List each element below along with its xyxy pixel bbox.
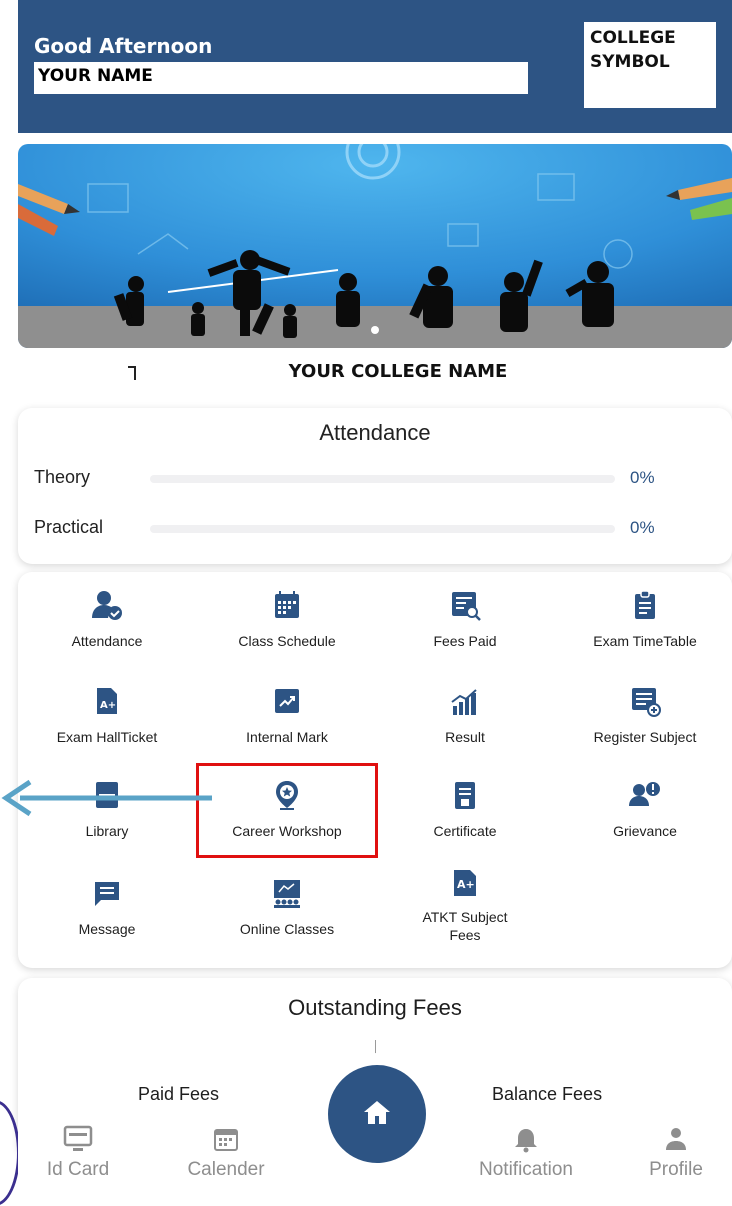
- module-online-classes[interactable]: Online Classes: [202, 876, 372, 938]
- module-label: Library: [85, 823, 129, 839]
- logo-text-line1: COLLEGE: [590, 28, 676, 48]
- svg-text:A+: A+: [457, 878, 475, 891]
- nav-label: Id Card: [46, 1159, 110, 1180]
- clipboard-icon: [635, 590, 655, 619]
- paid-fees-label: Paid Fees: [138, 1084, 220, 1104]
- module-certificate[interactable]: Certificate: [380, 778, 550, 840]
- user-alert-icon: [629, 782, 660, 806]
- practical-progress-bar: [150, 525, 615, 533]
- module-register-subject[interactable]: Register Subject: [560, 684, 730, 746]
- a-plus-icon: A+: [454, 870, 476, 896]
- attendance-title: Attendance: [319, 420, 431, 445]
- theory-label: Theory: [34, 467, 91, 487]
- nav-profile[interactable]: Profile: [636, 1124, 716, 1181]
- logo-text-line2: SYMBOL: [590, 52, 670, 72]
- bell-icon: [515, 1129, 537, 1153]
- module-result[interactable]: Result: [380, 684, 550, 746]
- calendar-icon: [214, 1129, 238, 1151]
- nav-calender[interactable]: Calender: [176, 1124, 276, 1181]
- module-exam-timetable[interactable]: Exam TimeTable: [560, 588, 730, 650]
- nav-id-card[interactable]: Id Card: [36, 1124, 120, 1181]
- nav-label: Calender: [187, 1159, 265, 1180]
- module-label: Internal Mark: [246, 729, 328, 745]
- home-icon: [364, 1101, 390, 1124]
- module-label: ATKT Subject Fees: [422, 909, 508, 943]
- module-label: Certificate: [433, 823, 497, 839]
- module-label: Fees Paid: [433, 633, 497, 649]
- module-grievance[interactable]: Grievance: [560, 778, 730, 840]
- chat-icon: [95, 882, 119, 906]
- module-fees-paid[interactable]: Fees Paid: [380, 588, 550, 650]
- outstanding-title: Outstanding Fees: [288, 995, 462, 1020]
- user-check-icon: [92, 591, 122, 620]
- college-logo: COLLEGE SYMBOL: [584, 22, 716, 108]
- theory-percent: 0%: [630, 468, 655, 487]
- module-atkt-subject-fees[interactable]: A+ ATKT Subject Fees: [380, 866, 550, 944]
- module-internal-mark[interactable]: Internal Mark: [202, 684, 372, 746]
- theory-progress-bar: [150, 475, 615, 483]
- module-label: Class Schedule: [238, 633, 336, 649]
- college-name: YOUR COLLEGE NAME: [150, 356, 646, 388]
- cursor-mark: [128, 366, 136, 380]
- module-label: Online Classes: [239, 921, 335, 937]
- module-attendance[interactable]: Attendance: [22, 588, 192, 650]
- calendar-grid-icon: [275, 591, 299, 618]
- trend-chart-icon: [275, 689, 299, 713]
- practical-percent: 0%: [630, 518, 655, 537]
- greeting-text: Good Afternoon: [34, 34, 213, 58]
- nav-label: Profile: [649, 1159, 703, 1180]
- module-exam-hallticket[interactable]: A+ Exam HallTicket: [22, 684, 192, 746]
- highlight-box: [196, 763, 378, 858]
- module-label: Exam TimeTable: [593, 633, 697, 649]
- module-label: Register Subject: [593, 729, 697, 745]
- module-label: Message: [78, 921, 136, 937]
- module-message[interactable]: Message: [22, 876, 192, 938]
- classroom-icon: [274, 880, 300, 908]
- nav-notification[interactable]: Notification: [460, 1124, 592, 1181]
- list-add-icon: [632, 688, 661, 717]
- bar-chart-icon: [451, 689, 477, 715]
- person-icon: [666, 1128, 686, 1150]
- nav-label: Notification: [479, 1159, 573, 1180]
- id-card-icon: [63, 1125, 93, 1151]
- module-label: Attendance: [71, 633, 143, 649]
- banner-image[interactable]: [18, 144, 732, 348]
- balance-fees-label: Balance Fees: [492, 1084, 603, 1104]
- home-button[interactable]: [328, 1065, 426, 1163]
- module-class-schedule[interactable]: Class Schedule: [202, 588, 372, 650]
- edge-decoration: [0, 1100, 20, 1206]
- user-name: YOUR NAME: [34, 62, 528, 94]
- module-label: Exam HallTicket: [56, 729, 158, 745]
- module-label: Grievance: [613, 823, 677, 839]
- a-plus-document-icon: A+: [97, 688, 117, 714]
- svg-text:A+: A+: [100, 700, 116, 711]
- practical-label: Practical: [34, 517, 104, 537]
- receipt-search-icon: [452, 592, 481, 621]
- module-label: Result: [445, 729, 485, 745]
- pointer-arrow-icon: [1, 779, 212, 817]
- certificate-icon: [455, 782, 475, 809]
